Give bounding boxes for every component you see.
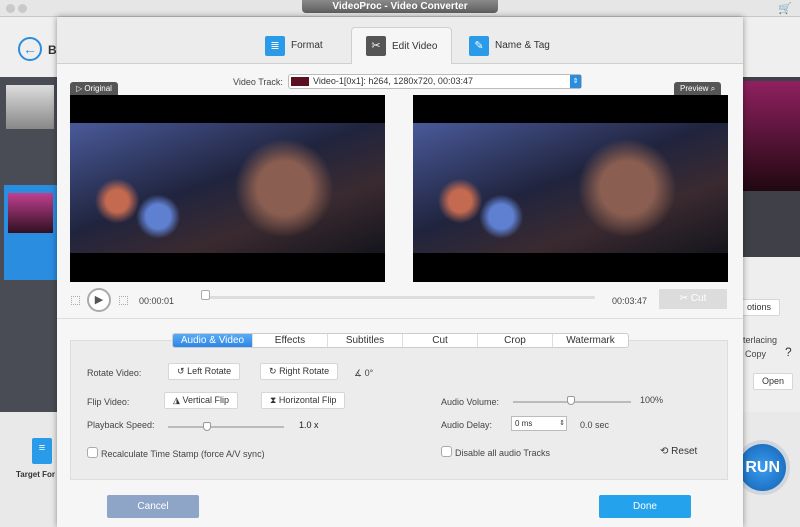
prev-frame-icon[interactable] — [71, 296, 80, 305]
seek-bar[interactable] — [205, 296, 595, 299]
reset-icon: ⟲ — [660, 446, 669, 457]
playback-speed-label: Playback Speed: — [87, 420, 155, 430]
audio-volume-label: Audio Volume: — [441, 397, 500, 407]
angle-icon: ∡ — [354, 368, 363, 378]
audio-delay-label: Audio Delay: — [441, 420, 493, 430]
original-video — [70, 95, 385, 282]
left-rotate-button[interactable]: ↺ Left Rotate — [168, 363, 241, 380]
disable-audio-label: Disable all audio Tracks — [455, 448, 551, 458]
duration: 00:03:47 — [612, 296, 648, 306]
tab-edit-video[interactable]: ✂ Edit Video — [351, 27, 453, 64]
title-bar: VideoProc - Video Converter 🛒 — [0, 0, 800, 17]
back-arrow-icon[interactable]: ← — [18, 37, 42, 61]
track-thumbnail — [291, 77, 309, 86]
select-stepper-icon: ⇕ — [570, 75, 581, 88]
preview-thumbnail — [743, 81, 800, 191]
sub-tabs: Audio & Video Effects Subtitles Cut Crop… — [172, 333, 629, 348]
help-icon[interactable]: ? — [785, 345, 792, 359]
copy-label: Copy — [745, 349, 767, 359]
vertical-flip-button[interactable]: ◮ Vertical Flip — [164, 392, 238, 409]
rotate-right-icon: ↻ — [269, 366, 277, 376]
rotate-left-icon: ↺ — [177, 366, 185, 376]
video-track-row: Video Track: Video-1[0x1]: h264, 1280x72… — [57, 74, 743, 90]
video-track-value: Video-1[0x1]: h264, 1280x720, 00:03:47 — [313, 76, 473, 86]
cut-button[interactable]: ✂ Cut — [659, 289, 727, 309]
window-title: VideoProc - Video Converter — [302, 0, 498, 13]
player-controls: ▶ 00:00:01 00:03:47 ✂ Cut — [57, 285, 743, 317]
done-button[interactable]: Done — [599, 495, 691, 518]
playback-speed-handle[interactable] — [203, 422, 211, 431]
current-time: 00:00:01 — [139, 296, 175, 306]
right-panel: otions terlacing Copy ? Open — [738, 77, 800, 412]
video-list — [0, 77, 57, 412]
angle-value: ∡ 0° — [354, 368, 374, 378]
search-icon: ⌕ — [710, 84, 716, 93]
window-minimize-button[interactable] — [18, 4, 27, 13]
scissors-icon: ✂ — [679, 293, 689, 304]
settings-panel — [70, 340, 728, 480]
video-thumbnail — [8, 193, 53, 233]
preview-button[interactable]: Preview ⌕ — [674, 82, 722, 95]
audio-delay-input[interactable]: 0 ms ⇕ — [511, 416, 567, 431]
video-track-label: Video Track: — [233, 77, 283, 87]
stepper-icon: ⇕ — [559, 420, 565, 427]
audio-volume-value: 100% — [640, 395, 664, 405]
subtab-watermark[interactable]: Watermark — [553, 334, 628, 347]
back-label: B — [48, 43, 57, 57]
name-tag-icon: ✎ — [469, 35, 489, 56]
video-thumbnail[interactable] — [6, 85, 54, 129]
recalculate-timestamp-checkbox[interactable] — [87, 447, 98, 458]
tab-name-tag[interactable]: ✎ Name & Tag — [455, 27, 564, 64]
horizontal-flip-icon: ⧗ — [270, 395, 277, 405]
target-format-label: Target For — [16, 470, 55, 479]
run-button[interactable]: RUN — [735, 440, 790, 495]
playback-speed-slider[interactable] — [168, 426, 284, 428]
subtab-audio-video[interactable]: Audio & Video — [173, 334, 253, 347]
disable-audio-checkbox[interactable] — [441, 446, 452, 457]
edit-video-dialog: ≣ Format ✂ Edit Video ✎ Name & Tag Video… — [57, 17, 743, 527]
vertical-flip-icon: ◮ — [173, 395, 180, 405]
cart-icon[interactable]: 🛒 — [778, 2, 792, 15]
format-icon: ≣ — [265, 35, 285, 56]
video-list-item-selected[interactable] — [4, 185, 57, 280]
reset-button[interactable]: ⟲ Reset — [660, 446, 697, 457]
subtab-cut[interactable]: Cut — [403, 334, 478, 347]
recalculate-timestamp-label: Recalculate Time Stamp (force A/V sync) — [101, 449, 265, 459]
preview-video — [413, 95, 728, 282]
divider — [57, 318, 743, 319]
dialog-tabs: ≣ Format ✂ Edit Video ✎ Name & Tag — [57, 17, 743, 64]
deinterlacing-label: terlacing — [743, 335, 778, 345]
subtab-effects[interactable]: Effects — [253, 334, 328, 347]
next-frame-icon[interactable] — [119, 296, 128, 305]
target-format-icon[interactable]: ≡ — [32, 438, 52, 464]
flip-label: Flip Video: — [87, 397, 130, 407]
tab-label: Name & Tag — [495, 40, 550, 51]
seek-handle[interactable] — [201, 290, 210, 300]
tab-label: Format — [291, 40, 323, 51]
open-button[interactable]: Open — [753, 373, 794, 390]
horizontal-flip-button[interactable]: ⧗ Horizontal Flip — [261, 392, 346, 409]
audio-delay-seconds: 0.0 sec — [580, 420, 610, 430]
cancel-button[interactable]: Cancel — [107, 495, 199, 518]
video-track-select[interactable]: Video-1[0x1]: h264, 1280x720, 00:03:47 ⇕ — [288, 74, 582, 89]
edit-video-icon: ✂ — [366, 36, 386, 56]
right-rotate-button[interactable]: ↻ Right Rotate — [260, 363, 339, 380]
play-button[interactable]: ▶ — [87, 288, 111, 312]
tab-label: Edit Video — [392, 40, 438, 52]
original-label: ▷ Original — [70, 82, 118, 95]
options-area: otions terlacing Copy ? Open — [738, 257, 800, 412]
rotate-label: Rotate Video: — [87, 368, 142, 378]
tab-format[interactable]: ≣ Format — [251, 27, 337, 64]
audio-volume-handle[interactable] — [567, 396, 575, 405]
playback-speed-value: 1.0 x — [299, 420, 319, 430]
window-close-button[interactable] — [6, 4, 15, 13]
subtab-crop[interactable]: Crop — [478, 334, 553, 347]
subtab-subtitles[interactable]: Subtitles — [328, 334, 403, 347]
options-button[interactable]: otions — [738, 299, 781, 316]
